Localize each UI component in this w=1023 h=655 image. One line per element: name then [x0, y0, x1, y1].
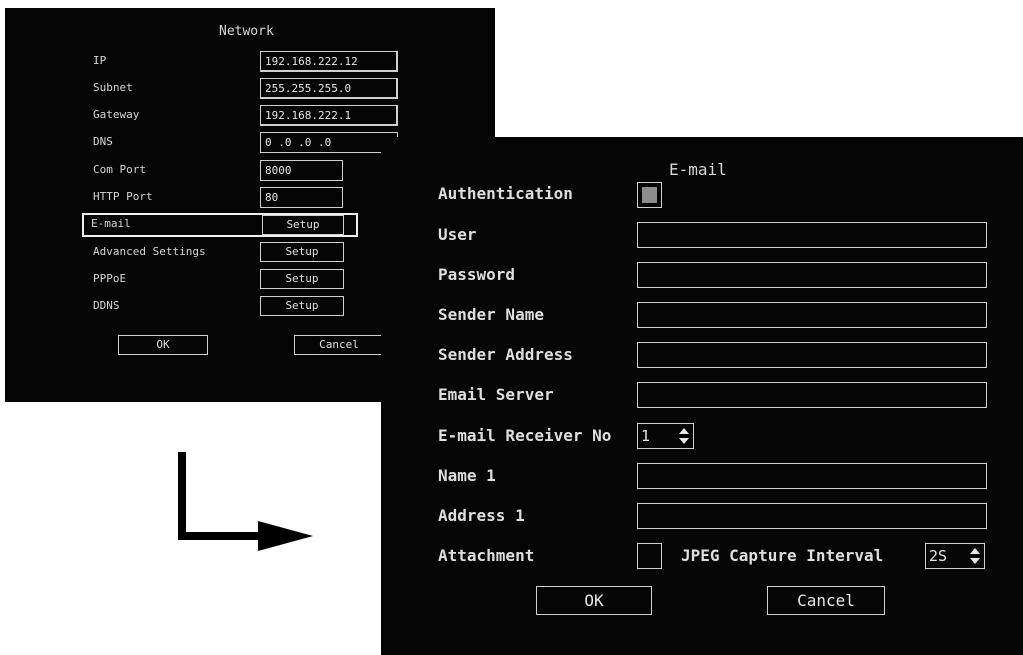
- http-port-label: HTTP Port: [93, 190, 153, 203]
- address1-field[interactable]: [637, 503, 987, 529]
- address1-label: Address 1: [438, 506, 525, 525]
- authentication-checkbox[interactable]: [637, 182, 662, 208]
- advanced-settings-label: Advanced Settings: [93, 245, 206, 258]
- jpeg-interval-label: JPEG Capture Interval: [681, 546, 884, 565]
- subnet-label: Subnet: [93, 81, 133, 94]
- dns-label: DNS: [93, 135, 113, 148]
- sender-address-field[interactable]: [637, 342, 987, 368]
- email-setup-button[interactable]: Setup: [262, 215, 344, 235]
- email-title: E-mail: [669, 160, 727, 179]
- email-server-label: Email Server: [438, 385, 554, 404]
- com-port-label: Com Port: [93, 163, 146, 176]
- subnet-field[interactable]: 255.255.255.0: [260, 78, 398, 99]
- jpeg-interval-stepper[interactable]: 2S: [925, 543, 985, 569]
- ip-field[interactable]: 192.168.222.12: [260, 51, 398, 72]
- network-ok-button[interactable]: OK: [118, 335, 208, 355]
- up-down-arrows-icon[interactable]: [679, 428, 689, 444]
- user-label: User: [438, 225, 477, 244]
- ip-label: IP: [93, 54, 107, 67]
- authentication-label: Authentication: [438, 184, 573, 203]
- pppoe-label: PPPoE: [93, 272, 127, 285]
- password-field[interactable]: [637, 262, 987, 288]
- email-dialog: E-mail Authentication User Password Send…: [381, 137, 1023, 655]
- sender-name-field[interactable]: [637, 302, 987, 328]
- attachment-label: Attachment: [438, 546, 535, 565]
- sender-name-label: Sender Name: [438, 305, 544, 324]
- email-server-field[interactable]: [637, 382, 987, 408]
- email-label: E-mail: [91, 217, 131, 230]
- ddns-label: DDNS: [93, 299, 120, 312]
- com-port-field[interactable]: 8000: [260, 160, 343, 181]
- ddns-setup-button[interactable]: Setup: [260, 296, 344, 316]
- up-down-arrows-icon[interactable]: [970, 548, 980, 564]
- gateway-label: Gateway: [93, 108, 140, 121]
- receiver-no-stepper[interactable]: 1: [637, 423, 694, 449]
- email-cancel-button[interactable]: Cancel: [767, 586, 885, 615]
- pppoe-setup-button[interactable]: Setup: [260, 269, 344, 289]
- user-field[interactable]: [637, 222, 987, 248]
- dns-field[interactable]: 0 .0 .0 .0: [260, 132, 398, 153]
- sender-address-label: Sender Address: [438, 345, 573, 364]
- network-cancel-button[interactable]: Cancel: [294, 335, 384, 355]
- name1-label: Name 1: [438, 466, 496, 485]
- jpeg-interval-value: 2S: [929, 547, 948, 565]
- email-ok-button[interactable]: OK: [536, 586, 652, 615]
- receiver-no-value: 1: [641, 427, 651, 445]
- http-port-field[interactable]: 80: [260, 187, 343, 208]
- receiver-no-label: E-mail Receiver No: [438, 426, 612, 445]
- network-title: Network: [219, 24, 274, 39]
- advanced-setup-button[interactable]: Setup: [260, 242, 344, 262]
- name1-field[interactable]: [637, 463, 987, 489]
- attachment-checkbox[interactable]: [637, 543, 662, 569]
- password-label: Password: [438, 265, 516, 284]
- gateway-field[interactable]: 192.168.222.1: [260, 105, 398, 126]
